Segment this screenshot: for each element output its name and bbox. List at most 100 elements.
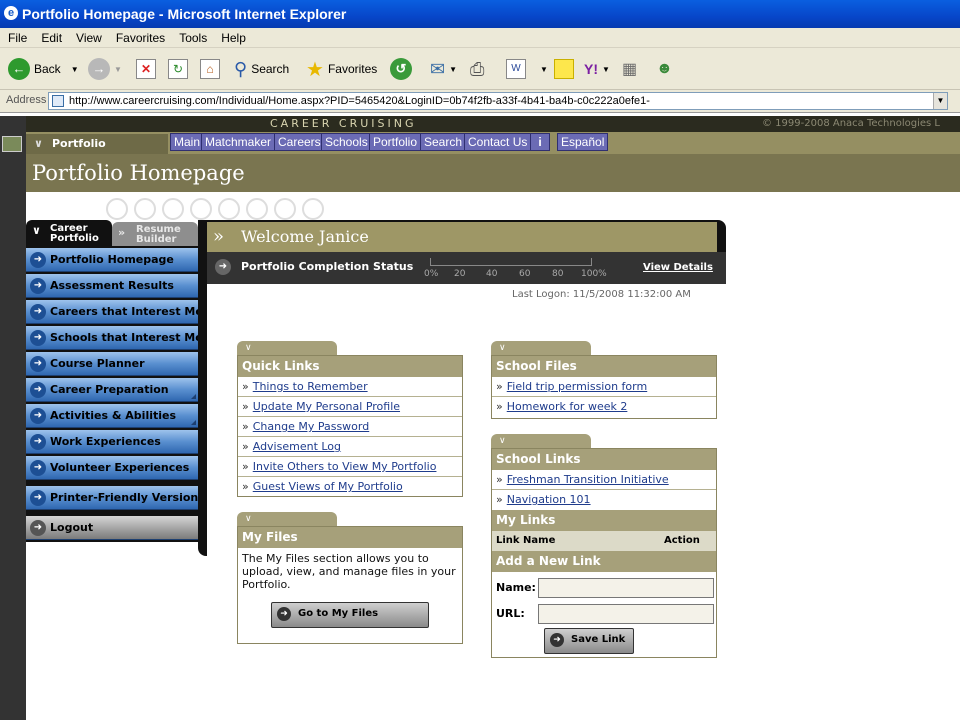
sidebar-item-careers-interest[interactable]: ➜ Careers that Interest Me	[26, 300, 203, 324]
double-chevron-icon: »	[213, 226, 225, 247]
welcome-banner: » Welcome Janice	[207, 222, 717, 252]
view-details-link[interactable]: View Details	[643, 262, 713, 273]
arrow-right-icon: ➜	[30, 490, 46, 506]
school-link[interactable]: Freshman Transition Initiative	[507, 473, 669, 486]
nav-contact-us[interactable]: Contact Us	[464, 133, 532, 151]
menu-edit[interactable]: Edit	[33, 28, 68, 48]
arrow-right-icon: ➜	[30, 330, 46, 346]
quick-link[interactable]: Things to Remember	[253, 380, 368, 393]
sidebar-item-logout[interactable]: ➜ Logout	[26, 516, 198, 540]
edit-dropdown-icon[interactable]: ▼	[540, 65, 548, 74]
nav-main[interactable]: Main	[170, 133, 205, 151]
bullet-icon: »	[242, 480, 249, 493]
nav-matchmaker[interactable]: Matchmaker	[201, 133, 276, 151]
research-button[interactable]: ▦	[622, 56, 637, 82]
mail-button[interactable]: ✉ ▼	[430, 56, 457, 82]
menu-favorites[interactable]: Favorites	[108, 28, 171, 48]
sidebar-item-label: Careers that Interest Me	[50, 305, 203, 318]
school-file-link[interactable]: Field trip permission form	[507, 380, 647, 393]
watermark-circle	[246, 198, 268, 220]
name-label: Name:	[496, 581, 536, 594]
save-link-button[interactable]: ➜ Save Link	[544, 628, 634, 654]
arrow-right-icon: ➜	[30, 278, 46, 294]
forward-dropdown-icon[interactable]: ▼	[114, 65, 122, 74]
arrow-right-icon: ➜	[30, 252, 46, 268]
sidebar-item-label: Portfolio Homepage	[50, 253, 174, 266]
sidebar-item-activities-abilities[interactable]: ➜ Activities & Abilities	[26, 404, 198, 428]
sidebar-item-volunteer-experiences[interactable]: ➜ Volunteer Experiences	[26, 456, 198, 480]
sidebar-item-assessment-results[interactable]: ➜ Assessment Results	[26, 274, 198, 298]
welcome-text: Welcome Janice	[241, 227, 369, 246]
search-label: Search	[251, 62, 290, 76]
nav-search[interactable]: Search	[420, 133, 467, 151]
home-button[interactable]: ⌂	[200, 56, 220, 82]
menu-tools[interactable]: Tools	[171, 28, 213, 48]
quick-link[interactable]: Update My Personal Profile	[253, 400, 400, 413]
my-files-description: The My Files section allows you to uploa…	[242, 552, 456, 591]
sidebar-item-career-preparation[interactable]: ➜ Career Preparation	[26, 378, 198, 402]
messenger-button[interactable]: ☻	[656, 56, 673, 82]
nav-portfolio[interactable]: Portfolio	[369, 133, 422, 151]
address-dropdown-icon[interactable]: ▼	[933, 93, 947, 109]
nav-careers[interactable]: Careers	[274, 133, 325, 151]
watermark-circle	[274, 198, 296, 220]
menu-file[interactable]: File	[0, 28, 33, 48]
sidebar-item-label: Schools that Interest Me	[50, 331, 203, 344]
stop-button[interactable]: ✕	[136, 56, 156, 82]
link-name-input[interactable]	[538, 578, 714, 598]
page-title: Portfolio Homepage	[26, 154, 960, 192]
yahoo-button[interactable]: Y! ▼	[584, 56, 610, 82]
bullet-icon: »	[242, 440, 249, 453]
forward-button[interactable]: → ▼	[88, 56, 122, 82]
sidebar-item-printer-friendly[interactable]: ➜ Printer-Friendly Version	[26, 486, 198, 510]
tab-career-line2: Portfolio	[50, 233, 99, 244]
col-action: Action	[664, 535, 700, 546]
window-title-bar: e Portfolio Homepage - Microsoft Interne…	[0, 0, 960, 28]
yahoo-dropdown-icon[interactable]: ▼	[602, 65, 610, 74]
sidebar-item-portfolio-homepage[interactable]: ➜ Portfolio Homepage	[26, 248, 198, 272]
quick-link[interactable]: Invite Others to View My Portfolio	[253, 460, 437, 473]
quick-link[interactable]: Advisement Log	[253, 440, 341, 453]
print-button[interactable]: ⎙	[470, 56, 484, 82]
quick-link[interactable]: Change My Password	[253, 420, 370, 433]
mail-dropdown-icon[interactable]: ▼	[449, 65, 457, 74]
back-arrow-icon: ←	[8, 58, 30, 80]
menu-help[interactable]: Help	[213, 28, 252, 48]
arrow-right-icon: ➜	[550, 633, 564, 647]
history-button[interactable]: ↺	[390, 56, 412, 82]
tab-career-portfolio[interactable]: ∨ Career Portfolio	[26, 220, 112, 246]
edit-button[interactable]: W ▼	[506, 56, 548, 82]
list-item: » Field trip permission form	[492, 377, 716, 397]
sidebar-item-schools-interest[interactable]: ➜ Schools that Interest Me	[26, 326, 203, 350]
menu-view[interactable]: View	[68, 28, 108, 48]
back-button[interactable]: ← Back ▼	[8, 56, 79, 82]
notes-button[interactable]	[554, 56, 574, 82]
address-input[interactable]: http://www.careercruising.com/Individual…	[48, 92, 948, 110]
sidebar-item-work-experiences[interactable]: ➜ Work Experiences	[26, 430, 198, 454]
sidebar-item-course-planner[interactable]: ➜ Course Planner	[26, 352, 198, 376]
bullet-icon: »	[496, 493, 503, 506]
refresh-button[interactable]: ↻	[168, 56, 188, 82]
school-link[interactable]: Navigation 101	[507, 493, 591, 506]
address-bar: Address http://www.careercruising.com/In…	[0, 90, 960, 112]
favorites-button[interactable]: ★ Favorites	[306, 56, 377, 82]
list-item: » Navigation 101	[492, 490, 716, 510]
refresh-icon: ↻	[168, 59, 188, 79]
menu-bar: File Edit View Favorites Tools Help	[0, 28, 960, 48]
back-dropdown-icon[interactable]: ▼	[71, 65, 79, 74]
nav-schools[interactable]: Schools	[321, 133, 372, 151]
portfolio-thumbnail-icon[interactable]	[2, 136, 22, 152]
quick-link[interactable]: Guest Views of My Portfolio	[253, 480, 403, 493]
tab-resume-builder[interactable]: » Resume Builder	[112, 222, 198, 246]
go-to-my-files-button[interactable]: ➜ Go to My Files	[271, 602, 429, 628]
print-icon: ⎙	[470, 58, 485, 79]
bullet-icon: »	[242, 380, 249, 393]
search-button[interactable]: ⚲ Search	[234, 56, 289, 82]
my-files-tab: ∨	[237, 512, 337, 526]
nav-espanol[interactable]: Español	[557, 133, 608, 151]
section-tab-portfolio[interactable]: ∨ Portfolio	[26, 134, 168, 154]
progress-tick: 100%	[581, 269, 607, 279]
info-icon[interactable]: i	[530, 133, 550, 151]
link-url-input[interactable]	[538, 604, 714, 624]
school-file-link[interactable]: Homework for week 2	[507, 400, 628, 413]
